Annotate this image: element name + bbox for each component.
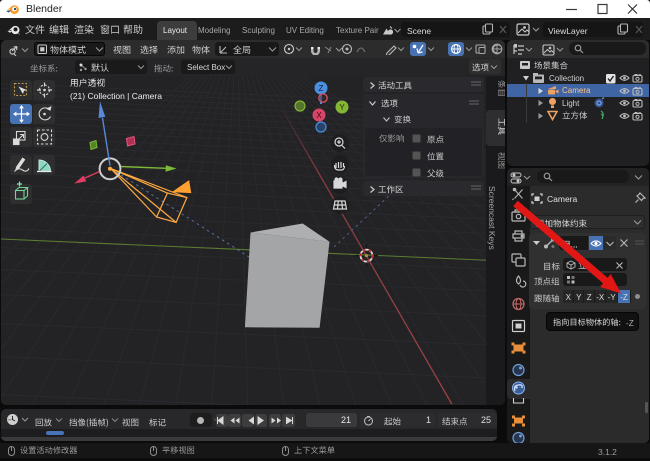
svg-text:Z: Z (319, 84, 324, 93)
svg-text:Y: Y (339, 103, 345, 112)
svg-text:X: X (316, 111, 322, 120)
